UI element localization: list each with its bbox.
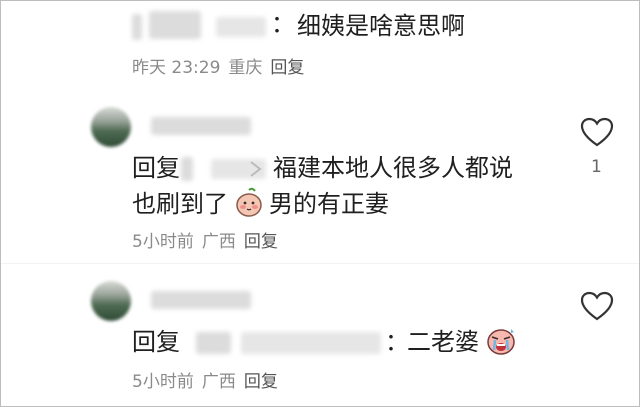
reply-prefix: 回复 [132,154,180,182]
comment-time: 5小时前 [132,372,194,392]
redacted-mention [181,157,193,181]
crying-face-emoji [485,325,517,361]
redacted-username[interactable] [151,291,251,309]
comment-text: 男的有正妻 [269,190,389,218]
avatar[interactable] [91,281,131,321]
avatar[interactable] [91,107,131,147]
redacted-username [149,11,201,39]
comment-text: 二老婆 [407,328,479,356]
like-count: 1 [591,157,602,177]
redacted-mention [196,332,231,354]
mention-arrow-icon [247,159,265,183]
comment-text: 细姨是啥意思啊 [297,12,465,40]
comment-location: 广西 [201,372,236,392]
redacted-mention [241,332,381,354]
comment-location: 广西 [201,232,236,252]
reply-button[interactable]: 回复 [244,372,278,392]
heart-outline-icon[interactable] [580,117,614,147]
comment-meta: 5小时前 广西 回复 [132,231,286,253]
redacted-username[interactable] [151,117,251,135]
redacted-name [132,14,142,40]
comment-time: 5小时前 [132,232,194,252]
redacted-username [216,17,266,37]
comment-location: 重庆 [228,58,263,78]
comment-colon: ： [271,10,295,38]
comment-thread: ： 细姨是啥意思啊 昨天 23:29 重庆 回复 回复 福建本地人很多人都说 也刷到… [0,0,640,407]
comment-colon: ： [385,328,409,356]
reply-button[interactable]: 回复 [270,58,304,78]
blushing-face-emoji [233,187,265,223]
divider [1,263,639,264]
comment-meta: 5小时前 广西 回复 [132,371,286,393]
comment-text: 福建本地人很多人都说 [273,154,513,182]
comment-meta: 昨天 23:29 重庆 回复 [132,57,312,79]
reply-prefix: 回复 [132,328,180,356]
heart-outline-icon[interactable] [580,291,614,321]
reply-button[interactable]: 回复 [244,232,278,252]
comment-text: 也刷到了 [132,190,228,218]
comment-time: 昨天 23:29 [132,58,221,78]
